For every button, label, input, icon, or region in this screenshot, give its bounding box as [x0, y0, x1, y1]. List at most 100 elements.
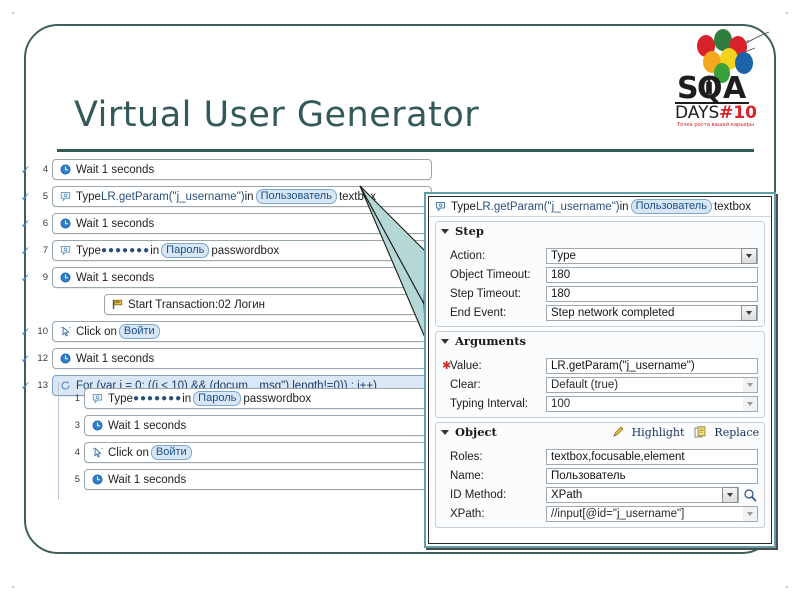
chevron-down-icon[interactable] — [441, 228, 449, 234]
check-icon[interactable]: ✓ — [20, 164, 31, 176]
props-header-prefix: Type — [451, 200, 476, 213]
highlight-action[interactable]: Highlight — [612, 426, 684, 439]
nested-step-row-box[interactable]: Wait 1 seconds — [84, 415, 432, 436]
property-select[interactable]: 100 — [546, 395, 758, 412]
check-icon[interactable]: ✓ — [20, 245, 31, 257]
chevron-down-icon[interactable] — [743, 506, 757, 521]
property-select[interactable]: Step network completed — [546, 304, 758, 321]
chevron-down-icon[interactable] — [441, 338, 449, 344]
arguments-section-title[interactable]: Arguments — [436, 332, 764, 350]
replace-icon — [694, 426, 707, 439]
nested-step-group[interactable]: 1 Type ●●●●●●● in Пароль passwordbox 3 Wait… — [58, 382, 432, 500]
step-section-label: Step — [455, 224, 484, 238]
step-row-number: 7 — [42, 245, 48, 256]
property-text-input[interactable]: LR.getParam("j_username") — [546, 357, 758, 374]
property-select[interactable]: //input[@id="j_username"] — [546, 505, 758, 522]
property-field-label: Object Timeout: — [450, 268, 531, 281]
magnifier-icon[interactable] — [742, 488, 758, 502]
object-section-actions[interactable]: Highlight Replace — [612, 426, 759, 439]
step-row-number: 10 — [37, 326, 48, 337]
props-header-chip: Пользователь — [630, 199, 712, 214]
check-icon[interactable]: ✓ — [20, 191, 31, 203]
chevron-down-icon[interactable] — [741, 247, 757, 264]
step-row-number: 5 — [42, 191, 48, 202]
step-section-title[interactable]: Step — [436, 222, 764, 240]
step-prefix: Click on — [108, 446, 149, 459]
object-section-title[interactable]: Object Highlight Replace — [436, 423, 764, 441]
chevron-down-icon[interactable] — [743, 377, 757, 392]
check-icon[interactable]: ✓ — [20, 218, 31, 230]
step-row-box[interactable]: Type ●●●●●●● in Пароль passwordbox — [52, 240, 432, 261]
step-suffix: passwordbox — [243, 392, 312, 405]
step-row[interactable]: ✓ 6 Wait 1 seconds — [20, 211, 432, 236]
property-text-input[interactable]: 180 — [546, 285, 758, 302]
clock-icon — [59, 271, 72, 284]
property-field-label: Typing Interval: — [450, 397, 528, 410]
property-field-value: Type — [551, 249, 576, 262]
clock-icon — [59, 217, 72, 230]
step-row-box[interactable]: Wait 1 seconds — [52, 267, 432, 288]
step-code: LR.getParam("j_username") — [100, 190, 245, 203]
chevron-down-icon[interactable] — [741, 304, 757, 321]
property-text-input[interactable]: 180 — [546, 266, 758, 283]
step-object-chip: Войти — [150, 445, 192, 460]
chevron-down-icon[interactable] — [441, 429, 449, 435]
nested-step-row-number: 5 — [74, 474, 80, 485]
nested-step-row[interactable]: 5 Wait 1 seconds — [58, 467, 432, 492]
step-row-box[interactable]: Wait 1 seconds — [52, 348, 432, 369]
props-header-code: LR.getParam("j_username") — [475, 200, 620, 213]
properties-panel[interactable]: Type LR.getParam("j_username") in Пользо… — [424, 192, 776, 548]
step-row[interactable]: ✓ 7 Type ●●●●●●● in Пароль passwordbox — [20, 238, 432, 263]
step-row-box[interactable]: Type LR.getParam("j_username") in Пользо… — [52, 186, 432, 207]
step-row-box[interactable]: Wait 1 seconds — [52, 213, 432, 234]
corner-dot — [12, 12, 14, 14]
step-row[interactable]: ✓ 10 Click on Войти — [20, 319, 432, 344]
property-text-input[interactable]: textbox,focusable,element — [546, 448, 758, 465]
step-fields[interactable]: Action: Type Object Timeout: 180 Step Timeou… — [436, 247, 764, 321]
click-icon — [59, 325, 72, 338]
step-row[interactable]: ✓ 4 Wait 1 seconds — [20, 157, 432, 182]
nested-step-row-box[interactable]: Wait 1 seconds — [84, 469, 432, 490]
object-fields[interactable]: Roles: textbox,focusable,element Name: Поль… — [436, 448, 764, 522]
replace-action[interactable]: Replace — [694, 426, 759, 439]
property-field: Clear: Default (true) — [442, 376, 758, 393]
check-icon[interactable]: ✓ — [20, 272, 31, 284]
step-row[interactable]: ✓ 9 Wait 1 seconds — [20, 265, 432, 290]
property-field: Typing Interval: 100 — [442, 395, 758, 412]
step-row[interactable]: Start Transaction:02 Логин — [20, 292, 432, 317]
step-text: Wait 1 seconds — [76, 352, 155, 365]
property-select[interactable]: Default (true) — [546, 376, 758, 393]
step-row-box[interactable]: Start Transaction:02 Логин — [104, 294, 432, 315]
step-row[interactable]: ✓ 12 Wait 1 seconds — [20, 346, 432, 371]
check-icon[interactable]: ✓ — [20, 353, 31, 365]
step-row-box[interactable]: Wait 1 seconds — [52, 159, 432, 180]
step-object-chip: Пользователь — [255, 189, 337, 204]
check-icon[interactable]: ✓ — [20, 380, 31, 392]
argument-fields[interactable]: ✱ Value: LR.getParam("j_username") Clear: De… — [436, 357, 764, 412]
nested-step-row[interactable]: 4 Click on Войти — [58, 440, 432, 465]
property-field-label: Value: — [450, 359, 482, 372]
svg-text:#10: #10 — [719, 103, 757, 123]
check-icon[interactable]: ✓ — [20, 326, 31, 338]
page-title: Virtual User Generator — [74, 95, 480, 135]
property-text-input[interactable]: Пользователь — [546, 467, 758, 484]
property-field-value: 180 — [551, 287, 571, 300]
nested-step-row[interactable]: 1 Type ●●●●●●● in Пароль passwordbox — [58, 386, 432, 411]
step-masked-value: ●●●●●●● — [100, 245, 151, 256]
pencil-icon — [612, 426, 625, 439]
step-prefix: Type — [76, 244, 101, 257]
nested-step-row-box[interactable]: Click on Войти — [84, 442, 432, 463]
step-text: Wait 1 seconds — [108, 473, 187, 486]
corner-dot — [786, 12, 788, 14]
step-row[interactable]: ✓ 5 Type LR.getParam("j_username") in Поль… — [20, 184, 432, 209]
nested-step-row[interactable]: 3 Wait 1 seconds — [58, 413, 432, 438]
nested-step-row-number: 1 — [74, 393, 80, 404]
chevron-down-icon[interactable] — [722, 486, 738, 503]
step-text: Wait 1 seconds — [76, 217, 155, 230]
chevron-down-icon[interactable] — [743, 396, 757, 411]
step-row-box[interactable]: Click on Войти — [52, 321, 432, 342]
nested-step-row-box[interactable]: Type ●●●●●●● in Пароль passwordbox — [84, 388, 432, 409]
property-field-value: LR.getParam("j_username") — [551, 359, 695, 372]
property-select[interactable]: Type — [546, 247, 758, 264]
property-select[interactable]: XPath — [546, 486, 739, 503]
